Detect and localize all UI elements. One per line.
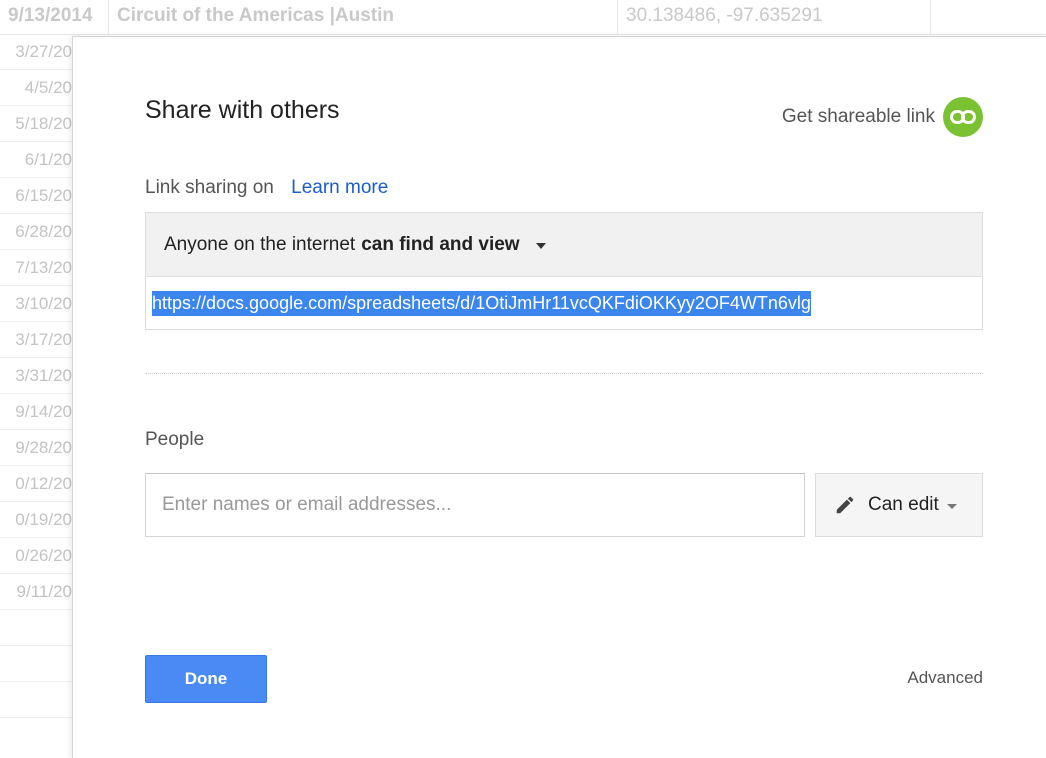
sheet-top-row: 9/13/2014 Circuit of the Americas |Austi…: [0, 0, 1046, 35]
sheet-date-cell[interactable]: 9/28/20: [0, 430, 72, 466]
dialog-title: Share with others: [145, 96, 340, 124]
done-button[interactable]: Done: [145, 655, 267, 703]
sheet-date-cell[interactable]: 7/13/20: [0, 250, 72, 286]
sheet-date-cell[interactable]: 5/18/20: [0, 106, 72, 142]
sheet-date-cell[interactable]: 4/5/20: [0, 70, 72, 106]
sheet-date-cell[interactable]: 3/17/20: [0, 322, 72, 358]
share-dialog: Share with others Get shareable link Lin…: [72, 36, 1046, 758]
sheet-cell-coordinates[interactable]: 30.138486, -97.635291: [626, 5, 823, 27]
sheet-date-cell[interactable]: 0/26/20: [0, 538, 72, 574]
get-shareable-link-button[interactable]: Get shareable link: [782, 97, 983, 137]
sheet-date-column: 3/27/20 4/5/20 5/18/20 6/1/20 6/15/20 6/…: [0, 34, 72, 718]
advanced-link[interactable]: Advanced: [907, 668, 983, 688]
sheet-empty-cell[interactable]: [0, 682, 72, 718]
access-level-dropdown[interactable]: Anyone on the internet can find and view: [146, 213, 982, 277]
permission-label: Can edit: [868, 494, 939, 515]
sheet-date-cell[interactable]: 0/12/20: [0, 466, 72, 502]
sheet-cell-name[interactable]: Circuit of the Americas |Austin: [117, 5, 394, 27]
sheet-cell-date[interactable]: 9/13/2014: [8, 5, 93, 27]
link-icon[interactable]: [943, 97, 983, 137]
share-url-text[interactable]: https://docs.google.com/spreadsheets/d/1…: [152, 290, 811, 316]
sheet-date-cell[interactable]: 9/11/20: [0, 574, 72, 610]
sheet-date-cell[interactable]: 0/19/20: [0, 502, 72, 538]
access-prefix: Anyone on the internet: [164, 233, 356, 255]
link-access-box: Anyone on the internet can find and view…: [145, 212, 983, 330]
sheet-date-cell[interactable]: 6/28/20: [0, 214, 72, 250]
column-divider: [930, 0, 931, 34]
sheet-empty-cell[interactable]: [0, 646, 72, 682]
sheet-date-cell[interactable]: 6/15/20: [0, 178, 72, 214]
permission-dropdown[interactable]: Can edit: [815, 473, 983, 537]
column-divider: [617, 0, 618, 34]
column-divider: [108, 0, 109, 34]
sheet-date-cell[interactable]: 9/14/20: [0, 394, 72, 430]
sheet-date-cell[interactable]: 3/10/20: [0, 286, 72, 322]
get-shareable-link-label: Get shareable link: [781, 106, 935, 127]
people-input[interactable]: [145, 473, 805, 537]
learn-more-link[interactable]: Learn more: [291, 177, 388, 198]
sheet-empty-cell[interactable]: [0, 610, 72, 646]
link-sharing-status: Link sharing on Learn more: [145, 177, 388, 199]
access-level: can find and view: [361, 233, 520, 255]
share-url-field[interactable]: https://docs.google.com/spreadsheets/d/1…: [146, 277, 982, 329]
people-label: People: [145, 429, 205, 450]
sheet-date-cell[interactable]: 3/31/20: [0, 358, 72, 394]
section-divider: [145, 373, 983, 374]
pencil-icon: [834, 494, 856, 516]
sheet-date-cell[interactable]: 3/27/20: [0, 34, 72, 70]
dropdown-caret-icon: [946, 504, 957, 509]
dropdown-caret-icon: [535, 242, 546, 249]
link-sharing-label: Link sharing on: [145, 177, 274, 198]
sheet-date-cell[interactable]: 6/1/20: [0, 142, 72, 178]
screen: 9/13/2014 Circuit of the Americas |Austi…: [0, 0, 1046, 758]
